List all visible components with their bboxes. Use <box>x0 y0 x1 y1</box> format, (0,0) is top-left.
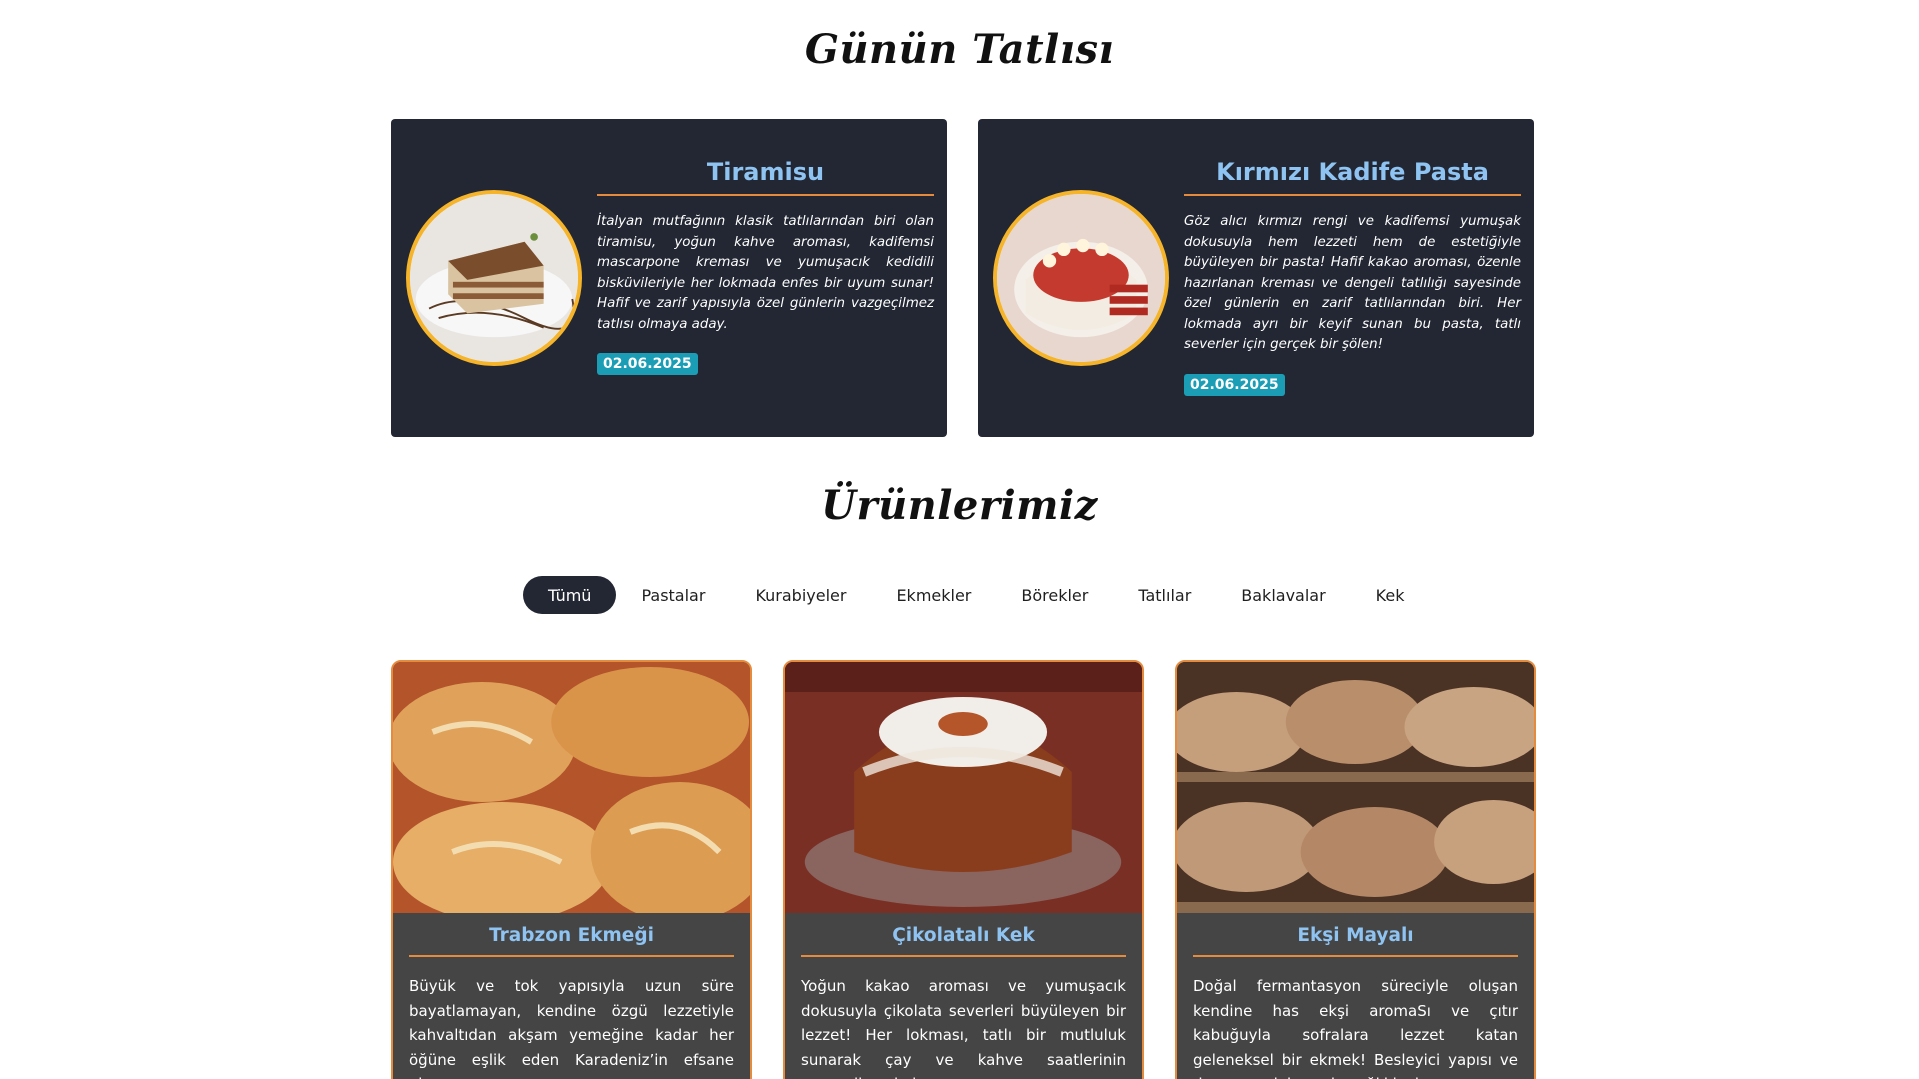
filter-breads-button[interactable]: Ekmekler <box>871 576 996 614</box>
product-description: Doğal fermantasyon süreciyle oluşan kend… <box>1193 977 1518 1079</box>
daily-dessert-card: Tiramisu İtalyan mutfağının klasik tatlı… <box>391 119 947 437</box>
daily-dessert-card: Kırmızı Kadife Pasta Göz alıcı kırmızı r… <box>978 119 1534 437</box>
daily-dessert-description: İtalyan mutfağının klasik tatlılarından … <box>597 214 934 332</box>
product-card[interactable]: Ekşi Mayalı Doğal fermantasyon süreciyle… <box>1175 660 1536 1079</box>
daily-dessert-description: Göz alıcı kırmızı rengi ve kadifemsi yum… <box>1184 214 1521 352</box>
red-velvet-image <box>993 190 1169 366</box>
bread-rolls-image <box>393 662 750 913</box>
product-title: Trabzon Ekmeği <box>409 925 734 957</box>
date-badge: 02.06.2025 <box>597 353 698 375</box>
filter-baklava-button[interactable]: Baklavalar <box>1216 576 1350 614</box>
product-title: Ekşi Mayalı <box>1193 925 1518 957</box>
product-title: Çikolatalı Kek <box>801 925 1126 957</box>
date-badge: 02.06.2025 <box>1184 373 1285 396</box>
filter-cakes-button[interactable]: Pastalar <box>616 576 730 614</box>
daily-dessert-title: Kırmızı Kadife Pasta <box>1184 158 1521 196</box>
filter-cake-button[interactable]: Kek <box>1351 576 1430 614</box>
filter-pastries-button[interactable]: Börekler <box>996 576 1113 614</box>
product-description: Yoğun kakao aroması ve yumuşacık dokusuy… <box>801 977 1126 1079</box>
category-filter-bar: Tümü Pastalar Kurabiyeler Ekmekler Börek… <box>523 576 1429 614</box>
tiramisu-image <box>406 190 582 366</box>
sourdough-loaves-image <box>1177 662 1534 913</box>
products-heading: Ürünlerimiz <box>821 482 1098 529</box>
chocolate-bundt-cake-image <box>785 662 1142 913</box>
product-description: Büyük ve tok yapısıyla uzun süre bayatla… <box>409 977 734 1079</box>
product-card[interactable]: Çikolatalı Kek Yoğun kakao aroması ve yu… <box>783 660 1144 1079</box>
filter-cookies-button[interactable]: Kurabiyeler <box>730 576 871 614</box>
daily-dessert-heading: Günün Tatlısı <box>804 26 1115 73</box>
filter-all-button[interactable]: Tümü <box>523 576 617 614</box>
daily-dessert-title: Tiramisu <box>597 158 934 196</box>
product-card[interactable]: Trabzon Ekmeği Büyük ve tok yapısıyla uz… <box>391 660 752 1079</box>
filter-desserts-button[interactable]: Tatlılar <box>1113 576 1216 614</box>
